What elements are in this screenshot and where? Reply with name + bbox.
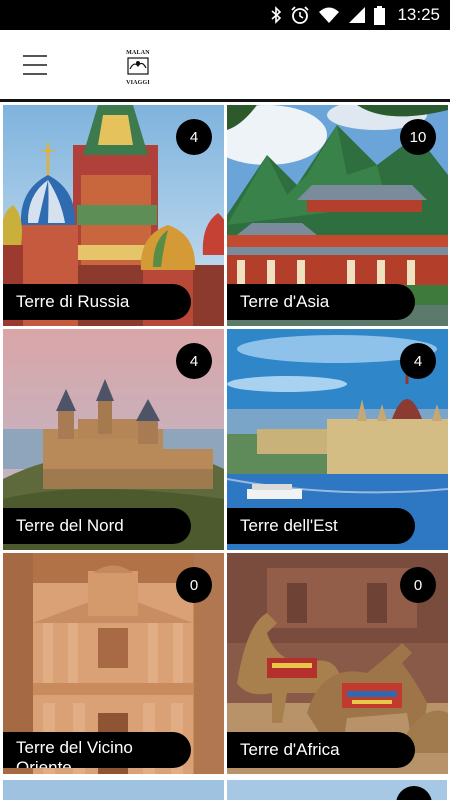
alarm-icon xyxy=(291,6,310,24)
destination-title: Terre d'Asia xyxy=(227,284,415,320)
destination-card-est[interactable]: 4 Terre dell'Est xyxy=(227,329,448,550)
hamburger-menu-icon[interactable] xyxy=(18,52,52,78)
tour-count-badge: 4 xyxy=(176,119,212,155)
status-clock: 13:25 xyxy=(397,5,440,24)
wifi-icon xyxy=(319,7,340,23)
signal-icon xyxy=(349,7,366,23)
tour-count-badge: 4 xyxy=(400,343,436,379)
malan-viaggi-logo: MALAN VIAGGI xyxy=(125,50,151,86)
logo-line-1: MALAN xyxy=(126,50,150,56)
destinations-grid: 4 Terre di Russia 10 Terre d'Asia 4 Terr… xyxy=(0,102,450,800)
tour-count-badge: 0 xyxy=(176,567,212,603)
destination-title: Terre del Nord xyxy=(3,508,191,544)
tour-count-badge: 4 xyxy=(176,343,212,379)
status-icons: 13:25 xyxy=(270,0,440,30)
destination-title: Terre del Vicino Oriente xyxy=(3,732,191,768)
destination-card-africa[interactable]: 0 Terre d'Africa xyxy=(227,553,448,774)
destination-card-russia[interactable]: 4 Terre di Russia xyxy=(3,105,224,326)
next-row-peek xyxy=(3,776,447,800)
battery-icon xyxy=(374,5,386,25)
destination-card-asia[interactable]: 10 Terre d'Asia xyxy=(227,105,448,326)
destination-card-vicino-oriente[interactable]: 0 Terre del Vicino Oriente xyxy=(3,553,224,774)
status-bar: 13:25 xyxy=(0,0,450,30)
destination-title: Terre di Russia xyxy=(3,284,191,320)
logo-emblem xyxy=(127,57,149,75)
destination-title: Terre dell'Est xyxy=(227,508,415,544)
logo-line-2: VIAGGI xyxy=(126,80,150,86)
tour-count-badge: 0 xyxy=(400,567,436,603)
tour-count-badge: 10 xyxy=(400,119,436,155)
app-bar xyxy=(0,30,450,100)
bluetooth-icon xyxy=(271,6,282,24)
next-row-image xyxy=(3,776,447,800)
destination-card-nord[interactable]: 4 Terre del Nord xyxy=(3,329,224,550)
destination-title: Terre d'Africa xyxy=(227,732,415,768)
